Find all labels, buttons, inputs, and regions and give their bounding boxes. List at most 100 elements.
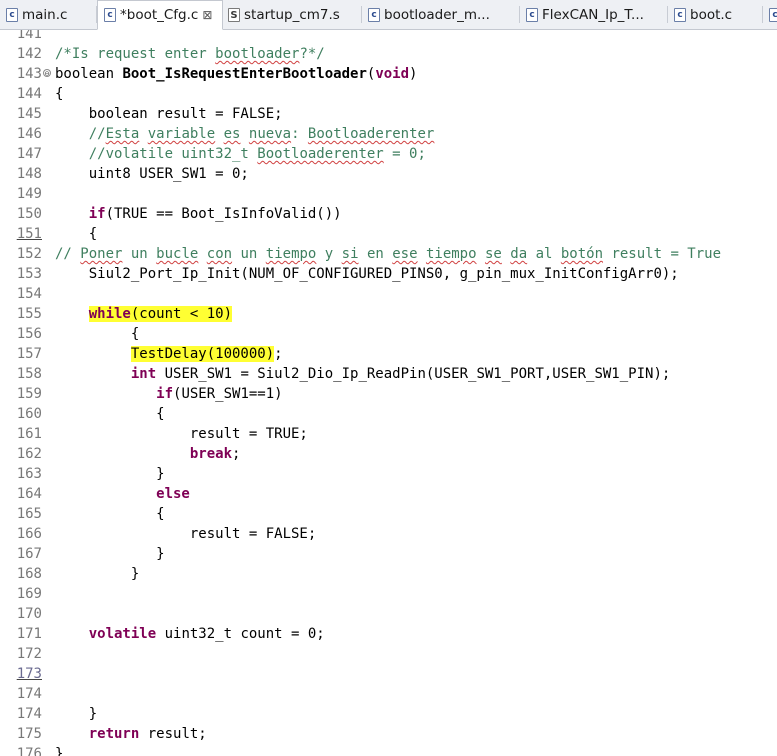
tab-5[interactable]: c boot.c — [668, 0, 763, 29]
close-icon[interactable]: ⊠ — [202, 8, 212, 22]
line-number: 173 — [16, 666, 42, 682]
code-line[interactable]: 149 — [0, 184, 777, 204]
line-number: 168 — [16, 566, 42, 582]
fold-toggle-icon[interactable]: ⊖ — [43, 69, 51, 78]
line-number: 169 — [16, 586, 42, 602]
code-line[interactable]: 157 TestDelay(100000); — [0, 344, 777, 364]
code-line[interactable]: 159 if(USER_SW1==1) — [0, 384, 777, 404]
code-token: if — [55, 206, 106, 222]
asm-file-icon: S — [228, 7, 240, 22]
code-token: botón — [560, 246, 604, 262]
code-line[interactable]: 173 — [0, 664, 777, 684]
code-line[interactable]: 150 if(TRUE == Boot_IsInfoValid()) — [0, 204, 777, 224]
code-token: /*Is request enter — [55, 46, 216, 62]
line-number: 174 — [16, 686, 42, 702]
code-token: int — [130, 366, 157, 382]
code-text: /*Is request enter bootloader?*/ — [55, 44, 325, 64]
line-number: 162 — [16, 446, 42, 462]
tab-3[interactable]: c bootloader_m... — [362, 0, 520, 29]
code-line[interactable]: 152 // Poner un bucle con un tiempo y si … — [0, 244, 777, 264]
line-number: 161 — [16, 426, 42, 442]
code-text: { — [55, 504, 164, 524]
code-line[interactable]: 163 } — [0, 464, 777, 484]
code-text: } — [55, 744, 63, 756]
code-line[interactable]: 174 } — [0, 704, 777, 724]
code-token: Bootloaderenter — [257, 146, 384, 162]
line-number: 156 — [16, 326, 42, 342]
code-line[interactable]: 167 } — [0, 544, 777, 564]
code-line[interactable]: 145 boolean result = FALSE; — [0, 104, 777, 124]
code-line[interactable]: 142 /*Is request enter bootloader?*/ — [0, 44, 777, 64]
tab-0[interactable]: c main.c — [0, 0, 97, 29]
code-token: break — [55, 446, 233, 462]
code-text: volatile uint32_t count = 0; — [55, 624, 325, 644]
code-line[interactable]: 166 result = FALSE; — [0, 524, 777, 544]
code-token: ) — [409, 66, 418, 82]
tab-label: main.c — [22, 6, 68, 23]
code-token: bucle — [156, 246, 199, 262]
tab-label: *boot_Cfg.c — [120, 7, 199, 23]
code-text: boolean result = FALSE; — [55, 104, 283, 124]
code-line[interactable]: 147 //volatile uint32_t Bootloaderenter … — [0, 144, 777, 164]
tab-1[interactable]: c *boot_Cfg.c ⊠ — [97, 0, 223, 30]
code-line[interactable]: 143 ⊖ boolean Boot_IsRequestEnterBootloade… — [0, 64, 777, 84]
line-number: 147 — [16, 146, 42, 162]
code-line[interactable]: 171 volatile uint32_t count = 0; — [0, 624, 777, 644]
code-line[interactable]: 155 while(count < 10) — [0, 304, 777, 324]
code-token: tiempo — [265, 246, 317, 262]
code-line[interactable]: 169 — [0, 584, 777, 604]
code-text: if(USER_SW1==1) — [55, 384, 282, 404]
code-text: result = TRUE; — [55, 424, 308, 444]
code-line[interactable]: 158 int USER_SW1 = Siul2_Dio_Ip_ReadPin(… — [0, 364, 777, 384]
tab-2[interactable]: Sstartup_cm7.s — [222, 0, 362, 29]
code-token: } — [55, 466, 165, 482]
c-file-icon: c — [526, 7, 538, 22]
code-line[interactable]: 151 { — [0, 224, 777, 244]
code-text: return result; — [55, 724, 207, 744]
code-line[interactable]: 175 return result; — [0, 724, 777, 744]
code-line[interactable]: 164 else — [0, 484, 777, 504]
code-text: break; — [55, 444, 241, 464]
tab-6[interactable]: ca — [763, 0, 777, 29]
code-text: //Esta variable es nueva: Bootloaderente… — [55, 124, 435, 144]
code-line[interactable]: 174 — [0, 684, 777, 704]
code-line[interactable]: 148 uint8 USER_SW1 = 0; — [0, 164, 777, 184]
line-number: 154 — [16, 286, 42, 302]
code-line[interactable]: 165 { — [0, 504, 777, 524]
line-number: 150 — [16, 206, 42, 222]
code-token: Esta — [105, 126, 140, 142]
code-token: result = TRUE; — [55, 426, 308, 442]
code-line[interactable]: 161 result = TRUE; — [0, 424, 777, 444]
code-text: while(count < 10) — [55, 304, 233, 324]
code-line[interactable]: 176} — [0, 744, 777, 756]
code-line[interactable]: 154 — [0, 284, 777, 304]
code-line[interactable]: 160 { — [0, 404, 777, 424]
code-token: } — [55, 706, 98, 722]
code-editor[interactable]: 141 142/*Is request enter bootloader?*/14… — [0, 30, 777, 756]
code-line[interactable]: 170 — [0, 604, 777, 624]
code-token: USER_SW1 = Siul2_Dio_Ip_ReadPin(USER_SW1… — [156, 366, 671, 382]
tab-4[interactable]: c FlexCAN_Ip_T... — [520, 0, 668, 29]
line-number: 176 — [16, 746, 42, 756]
code-line[interactable]: 172 — [0, 644, 777, 664]
line-number: 166 — [16, 526, 42, 542]
code-line[interactable]: 144 { — [0, 84, 777, 104]
code-line[interactable]: 156 { — [0, 324, 777, 344]
code-line[interactable]: 168 } — [0, 564, 777, 584]
tab-label: startup_cm7.s — [244, 6, 340, 23]
code-text: } — [55, 464, 165, 484]
line-number: 174 — [16, 706, 42, 722]
code-line[interactable]: 162 break; — [0, 444, 777, 464]
code-line[interactable]: 146 //Esta variable es nueva: Bootloader… — [0, 124, 777, 144]
line-number: 165 — [16, 506, 42, 522]
code-token: bootloader — [215, 46, 300, 62]
code-token: result = FALSE; — [55, 526, 317, 542]
code-text: uint8 USER_SW1 = 0; — [55, 164, 249, 184]
code-line[interactable]: 153 Siul2_Port_Ip_Init(NUM_OF_CONFIGURED… — [0, 264, 777, 284]
code-line[interactable]: 141 — [0, 30, 777, 44]
